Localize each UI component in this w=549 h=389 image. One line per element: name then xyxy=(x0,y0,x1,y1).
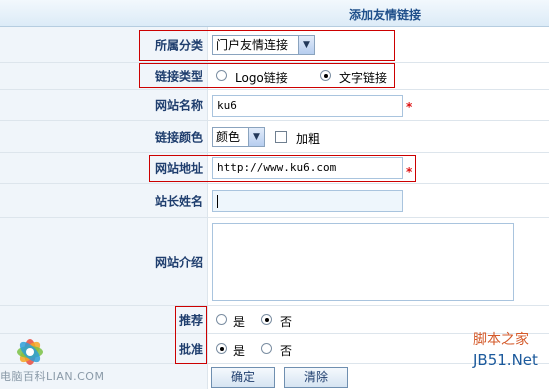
watermark-right-top: 脚本之家 xyxy=(473,332,529,348)
label-cell: 网站介绍 xyxy=(0,218,208,305)
recommend-no-label: 否 xyxy=(280,315,293,329)
label-cell: 网站名称 xyxy=(0,90,208,120)
link-color-select[interactable]: 颜色 ▼ xyxy=(212,127,265,147)
page-header: 添加友情链接 xyxy=(0,0,549,27)
confirm-button[interactable]: 确定 xyxy=(211,367,275,388)
watermark-right-bottom: JB51.Net xyxy=(473,351,538,369)
bold-checkbox[interactable] xyxy=(275,131,287,143)
label-cell: 站长姓名 xyxy=(0,184,208,217)
recommend-no-radio[interactable] xyxy=(261,314,272,325)
required-mark: * xyxy=(406,100,413,114)
row-recommend: 推荐 是 否 xyxy=(0,306,549,334)
owner-name-input[interactable] xyxy=(212,190,403,212)
link-color-label: 链接颜色 xyxy=(154,130,203,144)
clear-button[interactable]: 清除 xyxy=(284,367,348,388)
approve-no-radio[interactable] xyxy=(261,343,272,354)
highlight-box-site-url xyxy=(149,155,416,182)
page-title: 添加友情链接 xyxy=(348,8,421,22)
site-name-input[interactable]: ku6 xyxy=(212,95,403,117)
link-color-select-value: 颜色 xyxy=(216,130,241,144)
value-cell: 颜色 ▼ 加粗 xyxy=(208,121,549,152)
site-intro-textarea[interactable] xyxy=(212,223,514,301)
site-intro-label: 网站介绍 xyxy=(154,255,203,269)
text-cursor xyxy=(217,195,218,208)
watermark-left-text: 电脑百科 xyxy=(0,370,46,383)
label-cell: 链接颜色 xyxy=(0,121,208,152)
row-link-color: 链接颜色 颜色 ▼ 加粗 xyxy=(0,121,549,153)
watermark-left: 电脑百科LIAN.COM xyxy=(0,368,104,384)
watermark-left-partial: LIAN.COM xyxy=(46,370,105,383)
approve-no-label: 否 xyxy=(280,344,293,358)
site-name-label: 网站名称 xyxy=(154,98,203,113)
approve-yes-radio[interactable] xyxy=(216,343,227,354)
value-cell xyxy=(208,218,549,305)
recommend-yes-radio[interactable] xyxy=(216,314,227,325)
owner-name-label: 站长姓名 xyxy=(154,194,203,208)
value-cell: ku6 * xyxy=(208,90,549,120)
chevron-down-icon[interactable]: ▼ xyxy=(248,128,264,146)
value-cell xyxy=(208,184,549,217)
row-owner-name: 站长姓名 xyxy=(0,184,549,218)
highlight-box-recommend-approve xyxy=(175,306,207,364)
row-site-intro: 网站介绍 xyxy=(0,218,549,306)
approve-yes-label: 是 xyxy=(233,344,246,358)
highlight-box-link-type xyxy=(139,63,395,88)
row-approve: 批准 是 否 xyxy=(0,334,549,364)
bold-label: 加粗 xyxy=(296,132,321,146)
highlight-box-category xyxy=(139,30,395,61)
row-site-name: 网站名称 ku6 * xyxy=(0,90,549,121)
recommend-yes-label: 是 xyxy=(233,315,246,329)
